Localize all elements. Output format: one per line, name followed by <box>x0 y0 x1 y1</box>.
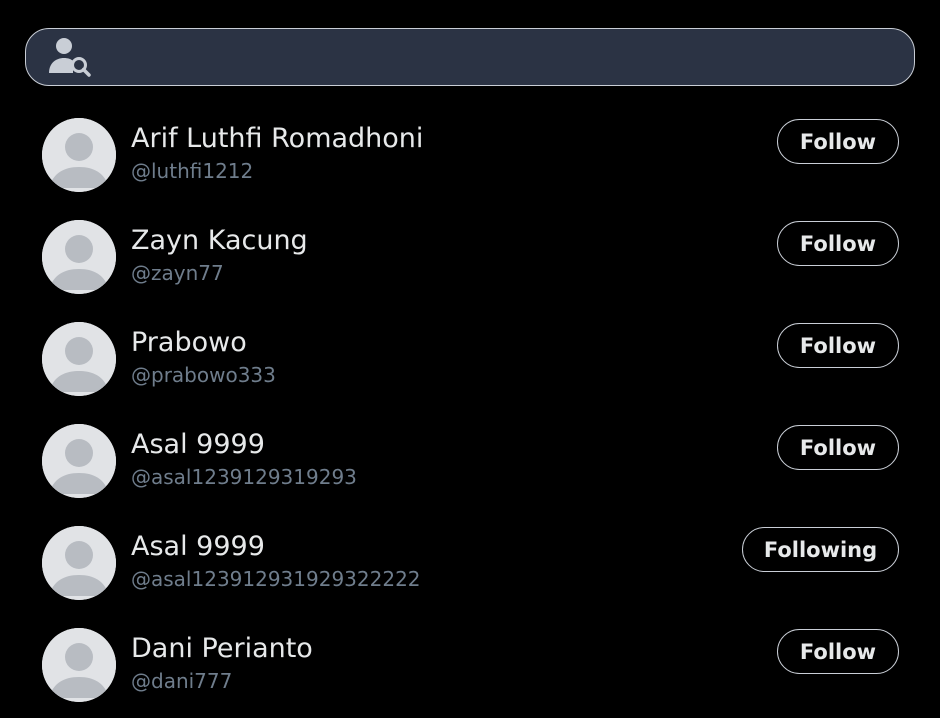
user-handle: @prabowo333 <box>131 363 276 387</box>
follow-button[interactable]: Follow <box>777 119 899 164</box>
following-button[interactable]: Following <box>742 527 899 572</box>
default-avatar-icon <box>42 424 116 498</box>
user-search-icon <box>47 37 93 77</box>
user-name[interactable]: Arif Luthfi Romadhoni <box>131 122 423 156</box>
search-input[interactable] <box>93 29 914 85</box>
list-item[interactable]: Asal 9999 @asal1239129319293 Follow <box>0 424 940 504</box>
search-bar[interactable] <box>25 28 915 86</box>
user-name[interactable]: Zayn Kacung <box>131 224 308 258</box>
follow-button[interactable]: Follow <box>777 221 899 266</box>
user-handle: @asal1239129319293 <box>131 465 357 489</box>
avatar[interactable] <box>42 628 116 702</box>
avatar[interactable] <box>42 118 116 192</box>
avatar[interactable] <box>42 220 116 294</box>
avatar[interactable] <box>42 424 116 498</box>
follow-button[interactable]: Follow <box>777 425 899 470</box>
list-item[interactable]: Asal 9999 @asal123912931929322222 Follow… <box>0 526 940 606</box>
follow-button[interactable]: Follow <box>777 323 899 368</box>
avatar[interactable] <box>42 526 116 600</box>
user-search-page: Arif Luthfi Romadhoni @luthfi1212 Follow… <box>0 0 940 718</box>
user-name[interactable]: Prabowo <box>131 326 247 360</box>
default-avatar-icon <box>42 322 116 396</box>
default-avatar-icon <box>42 118 116 192</box>
user-handle: @luthfi1212 <box>131 159 254 183</box>
user-name[interactable]: Asal 9999 <box>131 530 265 564</box>
user-handle: @dani777 <box>131 669 233 693</box>
list-item[interactable]: Prabowo @prabowo333 Follow <box>0 322 940 402</box>
list-item[interactable]: Arif Luthfi Romadhoni @luthfi1212 Follow <box>0 118 940 198</box>
list-item[interactable]: Zayn Kacung @zayn77 Follow <box>0 220 940 300</box>
user-name[interactable]: Asal 9999 <box>131 428 265 462</box>
follow-button[interactable]: Follow <box>777 629 899 674</box>
default-avatar-icon <box>42 526 116 600</box>
user-name[interactable]: Dani Perianto <box>131 632 313 666</box>
list-item[interactable]: Dani Perianto @dani777 Follow <box>0 628 940 708</box>
default-avatar-icon <box>42 628 116 702</box>
user-handle: @asal123912931929322222 <box>131 567 421 591</box>
default-avatar-icon <box>42 220 116 294</box>
avatar[interactable] <box>42 322 116 396</box>
user-handle: @zayn77 <box>131 261 224 285</box>
